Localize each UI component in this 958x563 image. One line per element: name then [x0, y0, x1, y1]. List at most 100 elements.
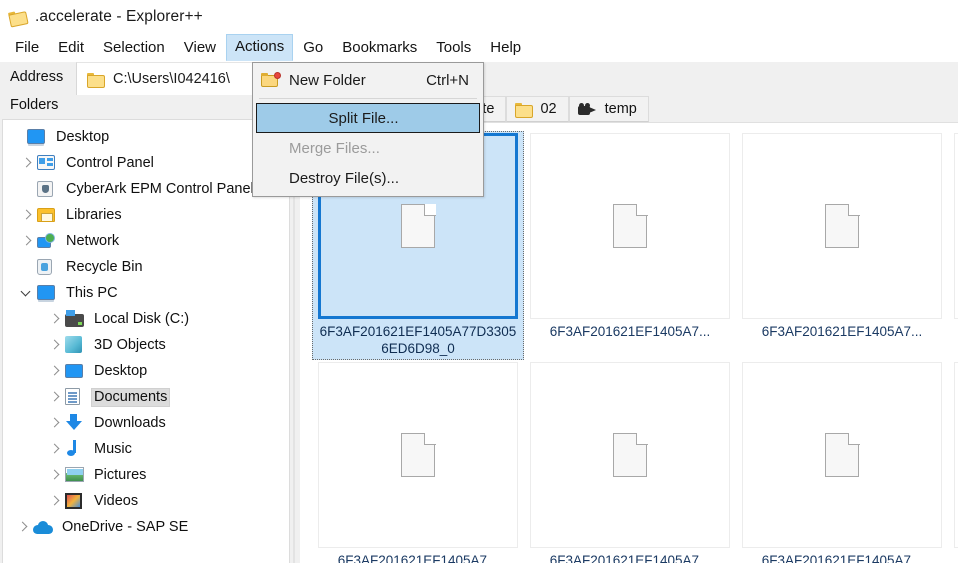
menu-file[interactable]: File [6, 35, 48, 61]
tree-item-desktop-folder[interactable]: Desktop [3, 358, 289, 384]
tree-item-videos[interactable]: Videos [3, 488, 289, 514]
recycle-bin-icon [37, 258, 57, 276]
tree-item-this-pc[interactable]: This PC [3, 280, 289, 306]
menu-item-label: Split File... [328, 109, 399, 127]
tree-item-label: Control Panel [66, 154, 154, 171]
menu-item-merge-files: Merge Files... [253, 133, 483, 163]
file-name: 6F3AF201621EF1405A7... [761, 324, 923, 339]
chevron-down-icon[interactable] [19, 285, 35, 301]
file-thumbnail [742, 362, 942, 548]
explorerpp-window: .accelerate - Explorer++ File Edit Selec… [0, 0, 958, 563]
tree-item-music[interactable]: Music [3, 436, 289, 462]
file-tile[interactable]: 6 [948, 131, 958, 360]
window-title: .accelerate - Explorer++ [35, 7, 203, 25]
file-thumbnail [318, 362, 518, 548]
menu-item-shortcut: Ctrl+N [426, 71, 469, 89]
tree-item-pictures[interactable]: Pictures [3, 462, 289, 488]
chevron-right-icon[interactable] [47, 441, 63, 457]
address-value: C:\Users\I042416\ [113, 71, 230, 87]
new-folder-icon [261, 71, 283, 88]
videos-icon [65, 492, 85, 510]
chevron-right-icon[interactable] [15, 519, 31, 535]
menu-item-split-file[interactable]: Split File... [256, 103, 480, 133]
pictures-icon [65, 466, 85, 484]
blank-document-icon [401, 203, 436, 248]
menu-tools[interactable]: Tools [427, 35, 480, 61]
tree-item-downloads[interactable]: Downloads [3, 410, 289, 436]
tree-item-documents[interactable]: Documents [3, 384, 289, 410]
chevron-right-icon[interactable] [47, 389, 63, 405]
tab-temp[interactable]: temp [568, 96, 649, 122]
chevron-right-icon[interactable] [47, 415, 63, 431]
tree-item-libraries[interactable]: Libraries [3, 202, 289, 228]
file-name: 6F3AF201621EF1405A7... [549, 324, 711, 339]
chevron-right-icon[interactable] [47, 363, 63, 379]
tree-item-onedrive[interactable]: OneDrive - SAP SE [3, 514, 289, 540]
tree-item-3d-objects[interactable]: 3D Objects [3, 332, 289, 358]
downloads-icon [65, 414, 85, 432]
documents-icon [65, 388, 85, 406]
tree-item-label: Pictures [94, 466, 147, 483]
menu-item-new-folder[interactable]: New Folder Ctrl+N [253, 65, 483, 95]
blank-document-icon [825, 432, 860, 477]
menu-actions[interactable]: Actions [226, 34, 294, 61]
tree-item-label: 3D Objects [94, 336, 166, 353]
menu-item-label: Merge Files... [289, 139, 380, 157]
expander-icon [19, 259, 35, 275]
chevron-right-icon[interactable] [47, 467, 63, 483]
3d-objects-icon [65, 336, 85, 354]
tree-item-label: Desktop [94, 362, 148, 379]
tab-02[interactable]: 02 [506, 96, 569, 122]
chevron-right-icon[interactable] [47, 337, 63, 353]
file-name: 6F3AF201621EF1405A7... [549, 553, 711, 563]
desktop-icon [65, 362, 85, 380]
menu-go[interactable]: Go [294, 35, 332, 61]
menu-separator [259, 98, 477, 99]
address-folder-icon [87, 72, 105, 88]
tree-item-local-disk-c[interactable]: Local Disk (C:) [3, 306, 289, 332]
chevron-right-icon[interactable] [47, 311, 63, 327]
file-tile[interactable]: 6F3AF201621EF1405A7... [312, 360, 524, 563]
folders-pane-header: Folders [0, 95, 291, 118]
folder-icon [515, 102, 534, 118]
file-thumbnail [530, 133, 730, 319]
chevron-right-icon[interactable] [19, 207, 35, 223]
tree-item-cyberark[interactable]: CyberArk EPM Control Panel [3, 176, 289, 202]
expander-icon[interactable] [9, 129, 25, 145]
file-tile[interactable]: 6F3AF201621EF1405A7... [524, 131, 736, 360]
tree-item-desktop[interactable]: Desktop [3, 124, 289, 150]
file-thumbnail [742, 133, 942, 319]
menu-help[interactable]: Help [481, 35, 530, 61]
tree-item-recycle-bin[interactable]: Recycle Bin [3, 254, 289, 280]
file-tile[interactable]: 6F3AF201621EF1405A7... [736, 360, 948, 563]
blank-document-icon [825, 203, 860, 248]
monitor-icon [27, 128, 47, 146]
tree-item-label: Videos [94, 492, 139, 509]
folders-tree[interactable]: Desktop Control Panel CyberArk EPM Contr… [2, 119, 290, 563]
file-tile[interactable]: 6 [948, 360, 958, 563]
chevron-right-icon[interactable] [19, 155, 35, 171]
chevron-right-icon[interactable] [19, 233, 35, 249]
menu-view[interactable]: View [175, 35, 225, 61]
this-pc-icon [37, 284, 57, 302]
tree-item-label: Local Disk (C:) [94, 310, 190, 327]
tree-item-label: CyberArk EPM Control Panel [66, 180, 254, 197]
tree-item-control-panel[interactable]: Control Panel [3, 150, 289, 176]
video-camera-icon [577, 102, 597, 116]
file-tile[interactable]: 6F3AF201621EF1405A7... [524, 360, 736, 563]
menu-bookmarks[interactable]: Bookmarks [333, 35, 426, 61]
chevron-right-icon[interactable] [47, 493, 63, 509]
menu-edit[interactable]: Edit [49, 35, 93, 61]
file-tile[interactable]: 6F3AF201621EF1405A7... [736, 131, 948, 360]
menu-item-label: Destroy File(s)... [289, 169, 400, 187]
tree-item-label: Recycle Bin [66, 258, 143, 275]
blank-document-icon [401, 432, 436, 477]
blank-document-icon [613, 432, 648, 477]
tree-item-network[interactable]: Network [3, 228, 289, 254]
menu-item-destroy-files[interactable]: Destroy File(s)... [253, 163, 483, 193]
blank-document-icon [613, 203, 648, 248]
shield-icon [37, 180, 57, 198]
tree-item-label: This PC [66, 284, 118, 301]
menu-selection[interactable]: Selection [94, 35, 174, 61]
menu-item-label: New Folder [289, 71, 366, 89]
